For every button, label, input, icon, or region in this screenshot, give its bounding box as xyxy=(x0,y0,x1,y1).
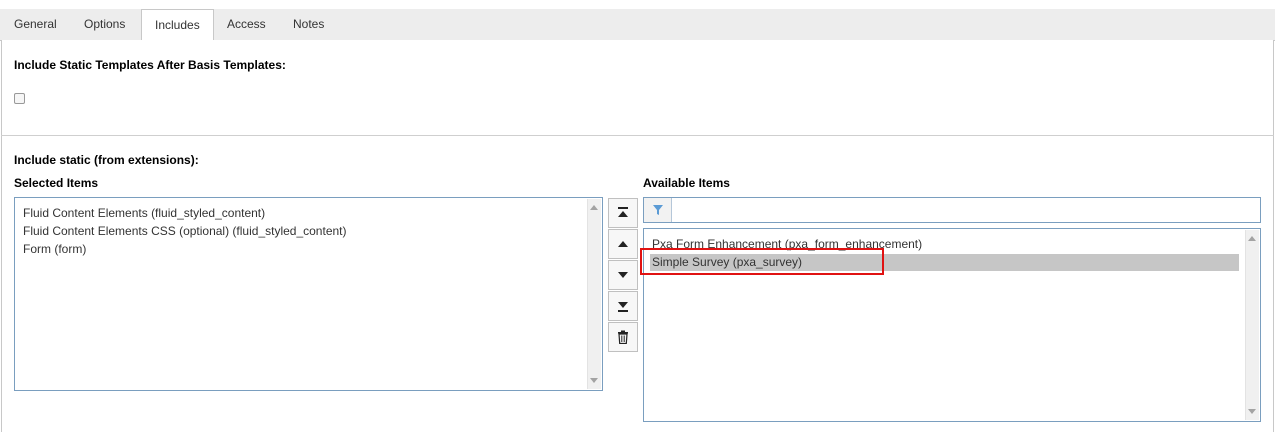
available-items-label: Available Items xyxy=(643,176,730,190)
list-item[interactable]: Fluid Content Elements CSS (optional) (f… xyxy=(23,224,347,238)
move-to-bottom-button[interactable] xyxy=(608,291,638,321)
tab-bar: General Options Includes Access Notes xyxy=(0,9,1275,41)
filter-icon xyxy=(653,205,663,215)
top-strip xyxy=(0,0,1275,9)
move-to-bottom-icon xyxy=(618,302,628,312)
selected-list-scrollbar[interactable] xyxy=(587,199,601,389)
selected-items-list[interactable]: Fluid Content Elements (fluid_styled_con… xyxy=(14,197,603,391)
tab-general[interactable]: General xyxy=(1,9,70,40)
move-to-top-button[interactable] xyxy=(608,198,638,228)
typo3-form-engine: General Options Includes Access Notes In… xyxy=(0,0,1275,432)
move-up-button[interactable] xyxy=(608,229,638,259)
tab-includes[interactable]: Includes xyxy=(141,9,214,41)
scroll-up-arrow-icon[interactable] xyxy=(590,205,598,210)
include-static-label: Include static (from extensions): xyxy=(14,153,199,167)
section-divider xyxy=(1,135,1274,136)
move-down-icon xyxy=(618,272,628,278)
available-list-scrollbar[interactable] xyxy=(1245,230,1259,420)
trash-icon xyxy=(618,330,628,344)
scroll-down-arrow-icon[interactable] xyxy=(590,378,598,383)
list-item[interactable]: Fluid Content Elements (fluid_styled_con… xyxy=(23,206,265,220)
filter-input[interactable] xyxy=(673,198,1258,222)
tab-access[interactable]: Access xyxy=(214,9,279,40)
list-item[interactable]: Form (form) xyxy=(23,242,86,256)
tab-notes[interactable]: Notes xyxy=(280,9,337,40)
move-to-top-icon xyxy=(618,207,628,217)
static-templates-checkbox[interactable] xyxy=(14,93,25,104)
tab-options[interactable]: Options xyxy=(71,9,138,40)
static-templates-label: Include Static Templates After Basis Tem… xyxy=(14,58,286,72)
available-items-filter xyxy=(643,197,1261,223)
remove-button[interactable] xyxy=(608,322,638,352)
move-up-icon xyxy=(618,241,628,247)
highlight-annotation-box xyxy=(640,248,884,275)
filter-addon xyxy=(644,198,672,222)
scroll-up-arrow-icon[interactable] xyxy=(1248,236,1256,241)
selected-items-label: Selected Items xyxy=(14,176,99,190)
move-down-button[interactable] xyxy=(608,260,638,290)
scroll-down-arrow-icon[interactable] xyxy=(1248,409,1256,414)
